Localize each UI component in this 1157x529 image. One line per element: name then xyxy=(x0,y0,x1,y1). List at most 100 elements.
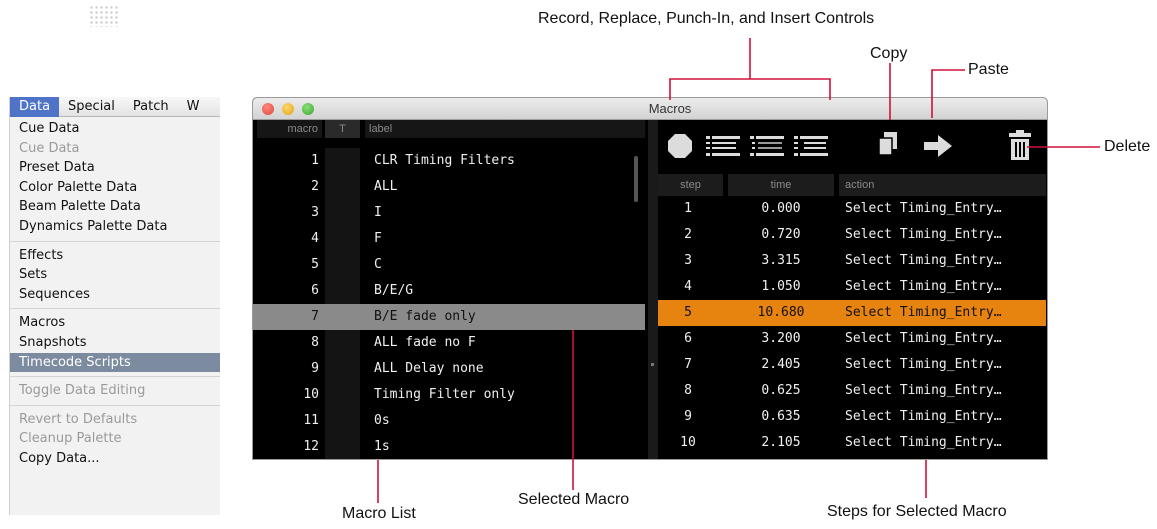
step-row[interactable]: 3 3.315 Select Timing_Entry… xyxy=(658,248,1046,274)
menu-item-preset-data[interactable]: Preset Data xyxy=(10,158,220,178)
macro-row[interactable]: 11 0s xyxy=(253,408,645,434)
macro-row[interactable]: 3I xyxy=(253,200,645,226)
column-header-t[interactable]: T xyxy=(325,120,360,138)
macro-label: 0s xyxy=(374,413,390,428)
callout-selected-macro: Selected Macro xyxy=(518,491,630,508)
menu-item-snapshots[interactable]: Snapshots xyxy=(10,333,220,353)
macro-number: 7 xyxy=(311,309,319,324)
macro-t-cell xyxy=(325,434,360,459)
menu-separator xyxy=(10,404,220,406)
menu-separator xyxy=(10,240,220,242)
step-time: 0.635 xyxy=(761,409,801,424)
callout-macro-list: Macro List xyxy=(342,505,416,522)
macro-number: 11 xyxy=(303,413,319,428)
menu-item-sequences[interactable]: Sequences xyxy=(10,285,220,305)
macro-label: B/E fade only xyxy=(374,309,476,324)
menubar-window[interactable]: W xyxy=(178,97,209,117)
step-row[interactable]: 10 2.105 Select Timing_Entry… xyxy=(658,430,1046,456)
step-action: Select Timing_Entry… xyxy=(845,227,1002,242)
macro-row[interactable]: 5C xyxy=(253,252,645,278)
menu-item-macros[interactable]: Macros xyxy=(10,313,220,333)
splitter-handle[interactable] xyxy=(651,363,654,366)
macro-row[interactable]: 10 Timing Filter only xyxy=(253,382,645,408)
step-action: Select Timing_Entry… xyxy=(845,409,1002,424)
macro-row[interactable]: 6 B/E/G xyxy=(253,278,645,304)
title-bar[interactable]: Macros xyxy=(253,98,1047,120)
step-row-selected[interactable]: 5 10.680 Select Timing_Entry… xyxy=(658,300,1046,326)
macro-label: CLR Timing Filters xyxy=(374,153,515,168)
menu-item-sets[interactable]: Sets xyxy=(10,265,220,285)
macro-t-cell xyxy=(325,174,360,200)
menubar-patch[interactable]: Patch xyxy=(124,97,178,117)
column-header-step[interactable]: step xyxy=(658,174,723,196)
macro-row-selected[interactable]: 7 B/E fade only xyxy=(253,304,645,330)
menubar-special[interactable]: Special xyxy=(59,97,124,117)
step-row[interactable]: 6 3.200 Select Timing_Entry… xyxy=(658,326,1046,352)
macro-number: 1 xyxy=(311,153,319,168)
paste-icon[interactable] xyxy=(922,133,954,159)
macro-t-cell xyxy=(325,200,360,226)
column-header-action[interactable]: action xyxy=(839,174,1046,196)
record-icon[interactable] xyxy=(666,132,694,160)
macro-number: 10 xyxy=(303,387,319,402)
macro-label: C xyxy=(374,257,382,272)
column-header-label[interactable]: label xyxy=(365,120,645,138)
macro-t-cell xyxy=(325,252,360,278)
macro-list: macro T label 1 CLR Timing Filters 2 ALL 3… xyxy=(253,120,648,459)
callout-paste: Paste xyxy=(968,61,1009,78)
macro-row[interactable]: 2 ALL xyxy=(253,174,645,200)
punch-in-icon[interactable] xyxy=(750,135,784,157)
step-action: Select Timing_Entry… xyxy=(845,279,1002,294)
macro-row[interactable]: 12 1s xyxy=(253,434,645,459)
column-header-time[interactable]: time xyxy=(728,174,834,196)
replace-icon[interactable] xyxy=(706,135,740,157)
macro-row[interactable]: 9 ALL Delay none xyxy=(253,356,645,382)
step-row[interactable]: 2 0.720 Select Timing_Entry… xyxy=(658,222,1046,248)
macro-label: ALL fade no F xyxy=(374,335,476,350)
step-row[interactable]: 7 2.405 Select Timing_Entry… xyxy=(658,352,1046,378)
step-number: 6 xyxy=(684,331,692,346)
macro-label: B/E/G xyxy=(374,283,414,298)
menubar-data[interactable]: Data xyxy=(10,97,60,117)
menu-item-dynamics-palette-data[interactable]: Dynamics Palette Data xyxy=(10,217,220,237)
menu-item-copy-data[interactable]: Copy Data... xyxy=(10,449,220,469)
step-row[interactable]: 1 0.000 Select Timing_Entry… xyxy=(658,196,1046,222)
step-action: Select Timing_Entry… xyxy=(845,331,1002,346)
macro-t-cell xyxy=(325,148,360,174)
macro-list-scrollbar[interactable] xyxy=(634,156,638,202)
macro-label: ALL Delay none xyxy=(374,361,484,376)
menu-item-toggle-data-editing: Toggle Data Editing xyxy=(19,383,146,399)
menu-item-timecode-scripts[interactable]: Timecode Scripts xyxy=(10,352,220,373)
step-row[interactable]: 9 0.635 Select Timing_Entry… xyxy=(658,404,1046,430)
step-time: 1.050 xyxy=(761,279,801,294)
step-row[interactable]: 8 0.625 Select Timing_Entry… xyxy=(658,378,1046,404)
macro-t-cell xyxy=(325,226,360,252)
window-title: Macros xyxy=(648,101,692,116)
step-number: 3 xyxy=(684,253,692,268)
insert-icon[interactable] xyxy=(794,135,828,157)
pane-splitter[interactable] xyxy=(648,120,658,459)
step-time: 2.105 xyxy=(761,435,801,450)
callout-record-controls: Record, Replace, Punch-In, and Insert Co… xyxy=(538,10,875,27)
menu-item-cue-data-disabled: Cue Data xyxy=(19,140,80,156)
step-row[interactable]: 4 1.050 Select Timing_Entry… xyxy=(658,274,1046,300)
macro-row[interactable]: 1 CLR Timing Filters xyxy=(253,148,645,174)
menu-separator xyxy=(10,376,220,378)
step-time: 0.720 xyxy=(761,227,801,242)
menu-item-beam-palette-data[interactable]: Beam Palette Data xyxy=(10,197,220,217)
macro-t-cell xyxy=(325,356,360,382)
macro-row[interactable]: 4F xyxy=(253,226,645,252)
copy-icon[interactable] xyxy=(876,130,900,158)
macro-number: 12 xyxy=(303,439,319,454)
menu-item-cue-data[interactable]: Cue Data xyxy=(10,119,220,139)
macro-label: Timing Filter only xyxy=(374,387,515,402)
step-action: Select Timing_Entry… xyxy=(845,253,1002,268)
delete-icon[interactable] xyxy=(1008,130,1032,160)
column-header-macro[interactable]: macro xyxy=(257,120,322,138)
macro-t-cell xyxy=(325,304,360,330)
macro-row[interactable]: 8 ALL fade no F xyxy=(253,330,645,356)
macro-label: 1s xyxy=(374,439,390,454)
menu-item-color-palette-data[interactable]: Color Palette Data xyxy=(10,178,220,198)
menu-item-effects[interactable]: Effects xyxy=(10,246,220,266)
step-action: Select Timing_Entry… xyxy=(845,305,1002,320)
